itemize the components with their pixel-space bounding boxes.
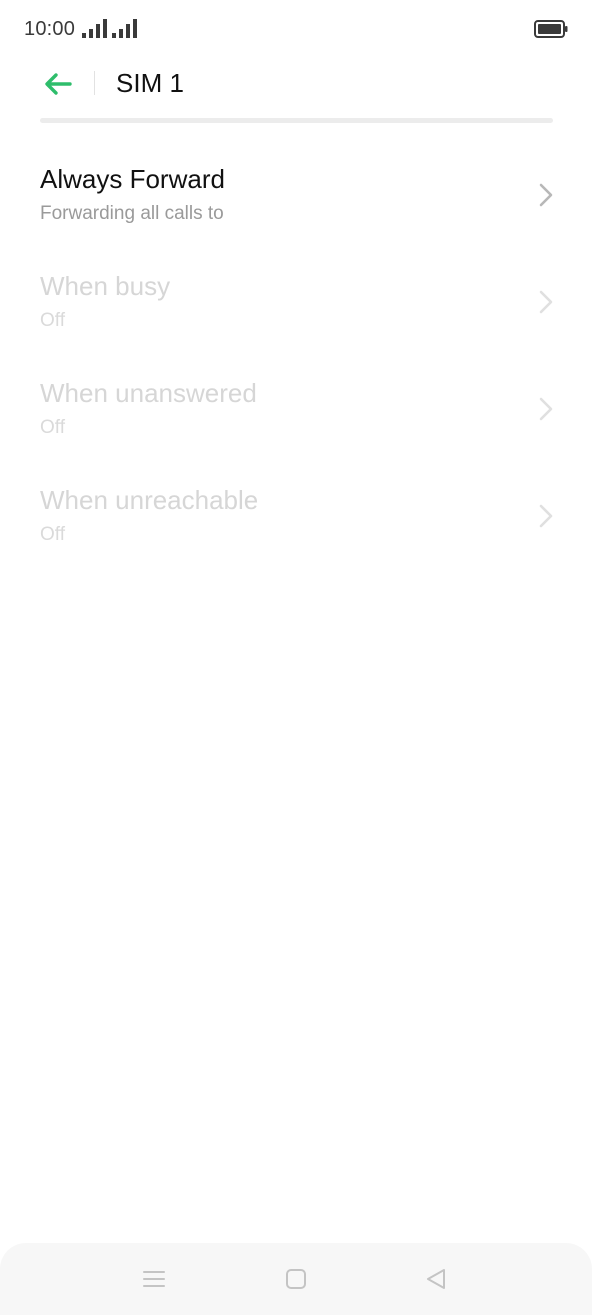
nav-menu-button[interactable] xyxy=(138,1265,170,1293)
option-when-unreachable: When unreachable Off xyxy=(0,464,592,571)
app-header: SIM 1 xyxy=(0,60,592,120)
menu-icon xyxy=(143,1271,165,1287)
option-subtitle: Forwarding all calls to xyxy=(40,203,224,224)
nav-back-button[interactable] xyxy=(420,1265,452,1293)
option-title: When unanswered xyxy=(40,378,257,408)
chevron-right-icon xyxy=(539,504,553,528)
status-time: 10:00 xyxy=(24,18,76,40)
chevron-right-icon xyxy=(539,183,553,207)
header-underline xyxy=(40,118,553,123)
option-title: When unreachable xyxy=(40,485,259,515)
back-triangle-icon xyxy=(427,1269,445,1289)
chevron-right-icon xyxy=(539,290,553,314)
call-forwarding-screen: 10:00 SIM 1 Always Forward Forwarding al… xyxy=(0,0,592,1315)
nav-home-button[interactable] xyxy=(280,1265,312,1293)
option-title: Always Forward xyxy=(40,164,225,194)
option-subtitle: Off xyxy=(40,310,65,331)
option-always-forward[interactable]: Always Forward Forwarding all calls to xyxy=(0,143,592,250)
signal-strength-icon xyxy=(112,19,137,38)
option-when-unanswered: When unanswered Off xyxy=(0,357,592,464)
arrow-left-icon xyxy=(45,73,72,95)
option-when-busy: When busy Off xyxy=(0,250,592,357)
status-bar: 10:00 xyxy=(0,0,592,60)
page-title: SIM 1 xyxy=(116,68,184,98)
option-title: When busy xyxy=(40,271,171,301)
back-button[interactable] xyxy=(34,62,82,106)
system-navigation-bar xyxy=(0,1243,592,1315)
option-subtitle: Off xyxy=(40,417,65,438)
signal-strength-icon xyxy=(82,19,107,38)
chevron-right-icon xyxy=(539,397,553,421)
option-subtitle: Off xyxy=(40,524,65,545)
forwarding-options-list: Always Forward Forwarding all calls to W… xyxy=(0,143,592,571)
battery-icon xyxy=(534,20,568,38)
home-square-icon xyxy=(286,1269,306,1289)
header-divider xyxy=(94,71,95,95)
